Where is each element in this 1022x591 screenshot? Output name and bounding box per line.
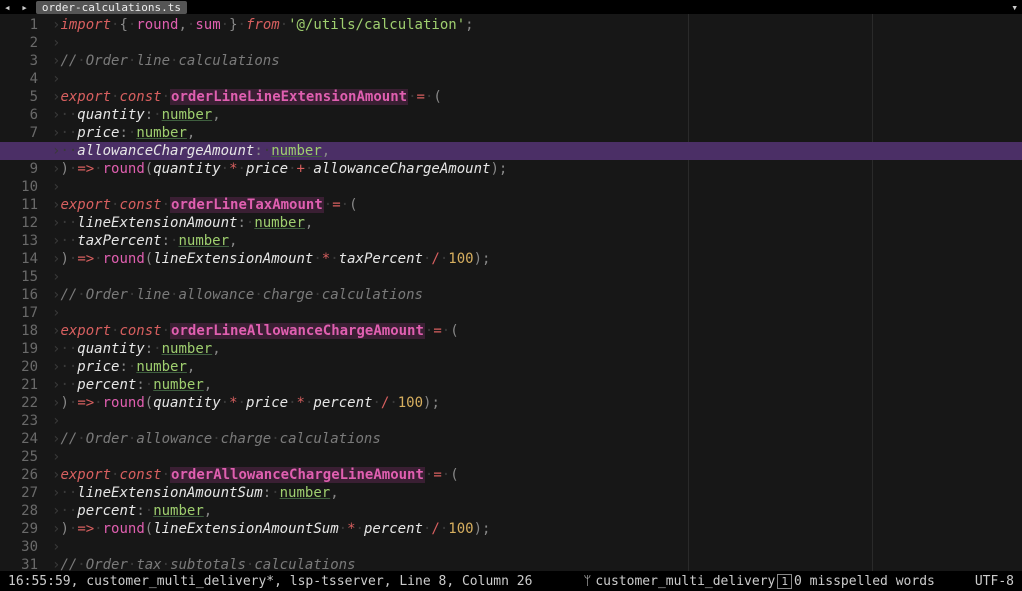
line-number: 26 — [0, 466, 38, 484]
code-line[interactable]: ›)·=>·round(lineExtensionAmountSum·*·per… — [48, 520, 1022, 538]
code-line[interactable]: › — [48, 538, 1022, 556]
line-number: 11 — [0, 196, 38, 214]
code-line[interactable]: ›··quantity:·number, — [48, 340, 1022, 358]
editor-window: ◂ ▸ order-calculations.ts ▾ 123456789101… — [0, 0, 1022, 591]
code-line[interactable]: ›import·{·round,·sum·}·from·'@/utils/cal… — [48, 16, 1022, 34]
code-line[interactable]: ›··percent:·number, — [48, 502, 1022, 520]
code-line[interactable]: ›//·Order·tax·subtotals·calculations — [48, 556, 1022, 571]
code-line[interactable]: ›//·Order·line·calculations — [48, 52, 1022, 70]
code-line[interactable]: ›··allowanceChargeAmount:·number, — [48, 142, 1022, 160]
line-number: 28 — [0, 502, 38, 520]
code-line[interactable]: ›export·const·orderLineAllowanceChargeAm… — [48, 322, 1022, 340]
code-line[interactable]: › — [48, 34, 1022, 52]
line-number: 10 — [0, 178, 38, 196]
code-line[interactable]: ›··lineExtensionAmountSum:·number, — [48, 484, 1022, 502]
code-line[interactable]: ›)·=>·round(lineExtensionAmount·*·taxPer… — [48, 250, 1022, 268]
line-number: 13 — [0, 232, 38, 250]
line-number: 14 — [0, 250, 38, 268]
code-line[interactable]: › — [48, 70, 1022, 88]
line-number: 30 — [0, 538, 38, 556]
line-number: 6 — [0, 106, 38, 124]
code-line[interactable]: ›export·const·orderLineLineExtensionAmou… — [48, 88, 1022, 106]
line-number: 7 — [0, 124, 38, 142]
line-number: 18 — [0, 322, 38, 340]
nav-arrows-icon[interactable]: ◂ ▸ — [4, 1, 30, 14]
line-number: 19 — [0, 340, 38, 358]
code-line[interactable]: ›)·=>·round(quantity·*·price·+·allowance… — [48, 160, 1022, 178]
line-number: 20 — [0, 358, 38, 376]
line-number: 3 — [0, 52, 38, 70]
line-number: 22 — [0, 394, 38, 412]
titlebar: ◂ ▸ order-calculations.ts ▾ — [0, 0, 1022, 14]
line-number: 2 — [0, 34, 38, 52]
line-number: 29 — [0, 520, 38, 538]
line-number: 25 — [0, 448, 38, 466]
code-line[interactable]: ›··quantity:·number, — [48, 106, 1022, 124]
code-line[interactable]: ›··lineExtensionAmount:·number, — [48, 214, 1022, 232]
statusbar: 16:55:59, customer_multi_delivery*, lsp-… — [0, 571, 1022, 591]
status-branch: ᛘcustomer_multi_delivery — [584, 574, 776, 589]
code-line[interactable]: ›··percent:·number, — [48, 376, 1022, 394]
code-line[interactable]: ›export·const·orderAllowanceChargeLineAm… — [48, 466, 1022, 484]
line-number: 23 — [0, 412, 38, 430]
code-line[interactable]: ›export·const·orderLineTaxAmount·=·( — [48, 196, 1022, 214]
line-number: 12 — [0, 214, 38, 232]
code-line[interactable]: › — [48, 178, 1022, 196]
line-number: 1 — [0, 16, 38, 34]
encoding: UTF-8 — [975, 574, 1014, 589]
line-number-gutter: 1234567891011121314151617181920212223242… — [0, 14, 48, 571]
code-line[interactable]: › — [48, 412, 1022, 430]
editor-area[interactable]: 1234567891011121314151617181920212223242… — [0, 14, 1022, 571]
code-line[interactable]: ›//·Order·line·allowance·charge·calculat… — [48, 286, 1022, 304]
code-content[interactable]: ›import·{·round,·sum·}·from·'@/utils/cal… — [48, 14, 1022, 571]
line-number: 4 — [0, 70, 38, 88]
line-number: 21 — [0, 376, 38, 394]
line-number: 17 — [0, 304, 38, 322]
code-line[interactable]: ›··price:·number, — [48, 124, 1022, 142]
spell-text: 0 misspelled words — [794, 574, 935, 589]
file-tab[interactable]: order-calculations.ts — [36, 1, 187, 14]
line-number: 24 — [0, 430, 38, 448]
status-left: 16:55:59, customer_multi_delivery*, lsp-… — [8, 574, 532, 589]
line-number: 9 — [0, 160, 38, 178]
branch-icon: ᛘ — [584, 574, 592, 589]
line-number: 31 — [0, 556, 38, 571]
code-line[interactable]: › — [48, 304, 1022, 322]
line-number: 5 — [0, 88, 38, 106]
code-line[interactable]: › — [48, 448, 1022, 466]
code-line[interactable]: ›)·=>·round(quantity·*·price·*·percent·/… — [48, 394, 1022, 412]
spell-count-box: 1 — [777, 574, 792, 589]
line-number: 16 — [0, 286, 38, 304]
dropdown-icon[interactable]: ▾ — [1011, 1, 1018, 14]
code-line[interactable]: ›··price:·number, — [48, 358, 1022, 376]
code-line[interactable]: ›··taxPercent:·number, — [48, 232, 1022, 250]
line-number: 15 — [0, 268, 38, 286]
code-line[interactable]: ›//·Order·allowance·charge·calculations — [48, 430, 1022, 448]
line-number: 27 — [0, 484, 38, 502]
code-line[interactable]: › — [48, 268, 1022, 286]
